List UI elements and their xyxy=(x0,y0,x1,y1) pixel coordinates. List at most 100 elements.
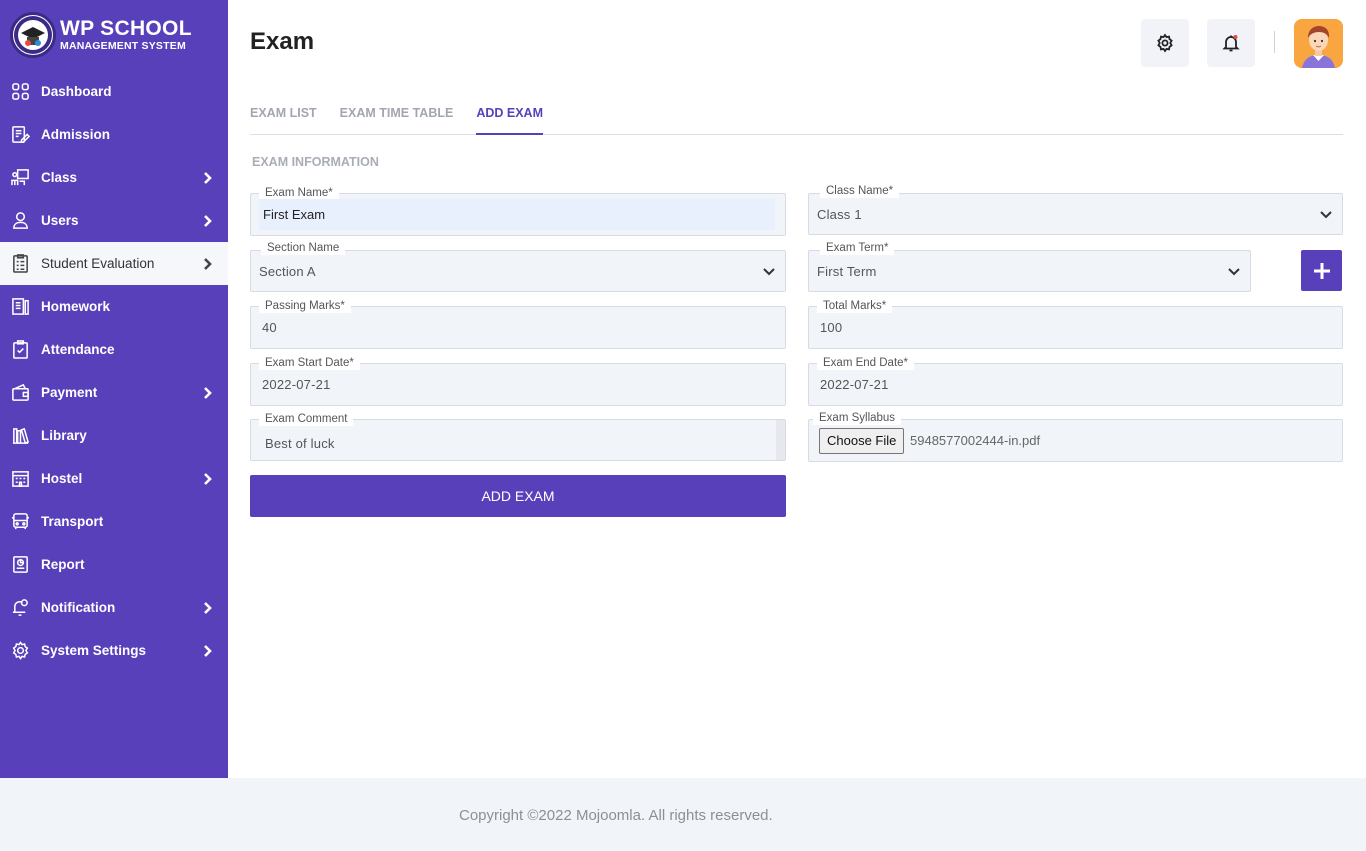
add-exam-button[interactable]: ADD EXAM xyxy=(250,475,786,517)
sidebar-item-label: Notification xyxy=(41,600,116,615)
choose-file-button[interactable]: Choose File xyxy=(819,428,905,454)
exam-end-date-label: Exam End Date* xyxy=(817,356,915,370)
school-logo-icon xyxy=(10,12,56,58)
sidebar-item-label: Homework xyxy=(41,299,111,314)
exam-name-input[interactable]: First Exam xyxy=(259,199,775,230)
sidebar-item-payment[interactable]: Payment xyxy=(0,371,228,414)
sidebar-item-transport[interactable]: Transport xyxy=(0,500,228,543)
bus-icon xyxy=(10,512,30,532)
sidebar-item-system-settings[interactable]: System Settings xyxy=(0,629,228,672)
add-term-button[interactable] xyxy=(1301,250,1342,291)
notification-icon xyxy=(10,598,30,618)
report-icon xyxy=(10,555,30,575)
passing-marks-field[interactable]: Passing Marks* 40 xyxy=(250,299,786,349)
sidebar-item-dashboard[interactable]: Dashboard xyxy=(0,70,228,113)
sidebar-item-label: System Settings xyxy=(41,643,147,658)
exam-syllabus-label: Exam Syllabus xyxy=(813,411,902,425)
exam-syllabus-field: Exam Syllabus Choose File 5948577002444-… xyxy=(808,411,1343,462)
selected-file-name: 5948577002444-in.pdf xyxy=(910,433,1041,448)
settings-button[interactable] xyxy=(1141,19,1189,67)
sidebar-item-admission[interactable]: Admission xyxy=(0,113,228,156)
class-icon xyxy=(10,168,30,188)
sidebar-item-notification[interactable]: Notification xyxy=(0,586,228,629)
tab-bar: EXAM LIST EXAM TIME TABLE ADD EXAM xyxy=(250,104,1343,135)
wallet-icon xyxy=(10,383,30,403)
class-name-label: Class Name* xyxy=(820,184,900,198)
exam-start-date-value: 2022-07-21 xyxy=(262,377,331,392)
homework-icon xyxy=(10,297,30,317)
sidebar-item-label: Admission xyxy=(41,127,111,142)
gear-icon xyxy=(1157,33,1173,53)
sidebar-item-label: Student Evaluation xyxy=(41,256,155,271)
sidebar-item-report[interactable]: Report xyxy=(0,543,228,586)
exam-comment-label: Exam Comment xyxy=(259,412,354,426)
sidebar-item-label: Attendance xyxy=(41,342,115,357)
chevron-right-icon xyxy=(202,214,214,228)
page-title: Exam xyxy=(250,28,315,55)
total-marks-field[interactable]: Total Marks* 100 xyxy=(808,299,1343,349)
sidebar-item-users[interactable]: Users xyxy=(0,199,228,242)
header-divider xyxy=(1274,31,1275,53)
user-icon xyxy=(10,211,30,231)
exam-term-value: First Term xyxy=(817,264,877,279)
chevron-right-icon xyxy=(202,644,214,658)
brand-subtitle: MANAGEMENT SYSTEM xyxy=(60,40,186,53)
exam-end-date-field[interactable]: Exam End Date* 2022-07-21 xyxy=(808,356,1343,406)
chevron-right-icon xyxy=(202,386,214,400)
total-marks-label: Total Marks* xyxy=(817,299,893,313)
bell-icon xyxy=(1222,35,1240,52)
sidebar-item-label: Payment xyxy=(41,385,98,400)
footer: Copyright ©2022 Mojoomla. All rights res… xyxy=(0,778,1366,851)
sidebar-item-student-evaluation[interactable]: Student Evaluation xyxy=(0,242,228,285)
chevron-right-icon xyxy=(202,171,214,185)
passing-marks-label: Passing Marks* xyxy=(259,299,351,313)
brand[interactable]: WP SCHOOL MANAGEMENT SYSTEM xyxy=(0,0,228,70)
exam-start-date-label: Exam Start Date* xyxy=(259,356,360,370)
exam-name-label: Exam Name* xyxy=(259,186,339,200)
library-icon xyxy=(10,426,30,446)
section-name-select[interactable]: Section Name Section A xyxy=(250,241,786,292)
chevron-right-icon xyxy=(202,601,214,615)
exam-term-label: Exam Term* xyxy=(820,241,895,255)
hostel-icon xyxy=(10,469,30,489)
sidebar-item-library[interactable]: Library xyxy=(0,414,228,457)
sidebar-item-label: Users xyxy=(41,213,79,228)
sidebar-item-label: Library xyxy=(41,428,87,443)
class-name-select[interactable]: Class Name* Class 1 xyxy=(808,184,1343,235)
sidebar-item-class[interactable]: Class xyxy=(0,156,228,199)
section-name-value: Section A xyxy=(259,264,316,279)
section-title: EXAM INFORMATION xyxy=(252,155,379,169)
gear-icon xyxy=(10,641,30,661)
exam-comment-textarea[interactable]: Exam Comment Best of luck xyxy=(250,412,786,461)
tab-exam-time-table[interactable]: EXAM TIME TABLE xyxy=(340,104,454,135)
chevron-down-icon xyxy=(1226,263,1242,279)
copyright-text: Copyright ©2022 Mojoomla. All rights res… xyxy=(459,807,773,824)
tab-exam-list[interactable]: EXAM LIST xyxy=(250,104,317,135)
exam-term-select[interactable]: Exam Term* First Term xyxy=(808,241,1251,292)
brand-title: WP SCHOOL xyxy=(60,17,192,41)
total-marks-value: 100 xyxy=(820,320,843,335)
textarea-scrollbar[interactable] xyxy=(776,420,785,460)
sidebar-item-attendance[interactable]: Attendance xyxy=(0,328,228,371)
sidebar-item-hostel[interactable]: Hostel xyxy=(0,457,228,500)
chevron-right-icon xyxy=(202,472,214,486)
exam-start-date-field[interactable]: Exam Start Date* 2022-07-21 xyxy=(250,356,786,406)
sidebar-item-label: Class xyxy=(41,170,78,185)
tab-add-exam[interactable]: ADD EXAM xyxy=(476,104,543,135)
avatar[interactable] xyxy=(1294,19,1343,68)
chevron-down-icon xyxy=(1318,206,1334,222)
attendance-icon xyxy=(10,340,30,360)
sidebar-item-homework[interactable]: Homework xyxy=(0,285,228,328)
section-name-label: Section Name xyxy=(261,241,346,255)
sidebar: WP SCHOOL MANAGEMENT SYSTEM Dashboard Ad… xyxy=(0,0,228,778)
sidebar-item-label: Dashboard xyxy=(41,84,112,99)
sidebar-item-label: Transport xyxy=(41,514,104,529)
evaluation-icon xyxy=(10,254,30,274)
passing-marks-value: 40 xyxy=(262,320,277,335)
exam-end-date-value: 2022-07-21 xyxy=(820,377,889,392)
exam-name-field: Exam Name* First Exam xyxy=(250,186,786,236)
chevron-down-icon xyxy=(761,263,777,279)
class-name-value: Class 1 xyxy=(817,207,862,222)
notification-button[interactable] xyxy=(1207,19,1255,67)
exam-comment-value: Best of luck xyxy=(265,436,335,451)
